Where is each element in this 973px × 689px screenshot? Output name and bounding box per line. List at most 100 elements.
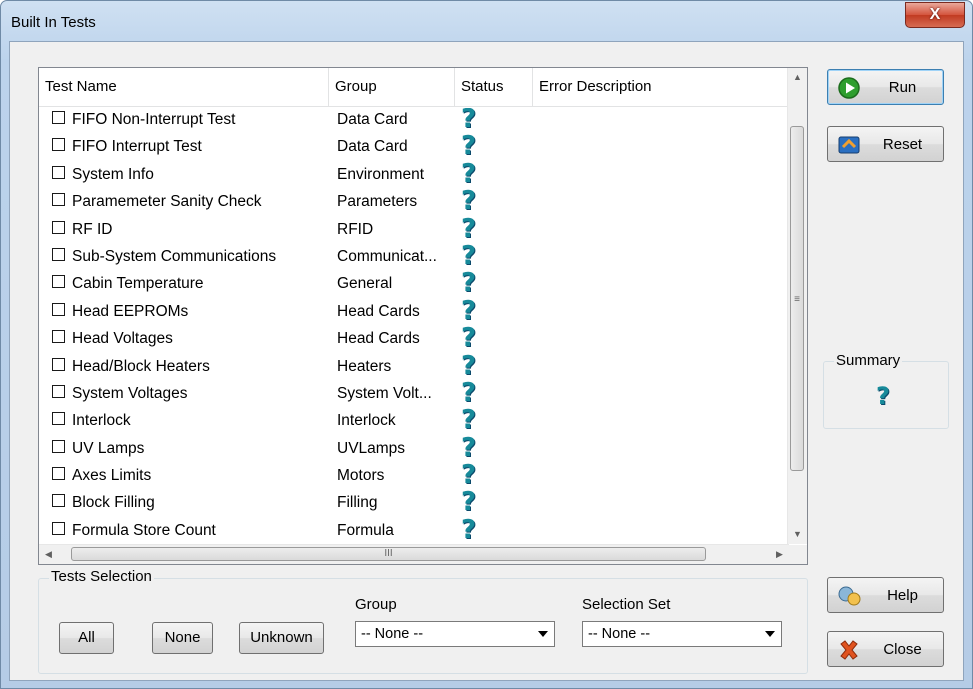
close-button[interactable]: Close (827, 631, 944, 667)
row-checkbox[interactable] (52, 138, 65, 152)
test-name: UV Lamps (72, 439, 145, 457)
test-name: Interlock (72, 412, 131, 430)
row-checkbox[interactable] (52, 193, 65, 207)
column-header-test-name[interactable]: Test Name (39, 68, 329, 106)
status-unknown-icon: ? (461, 186, 477, 217)
test-name: Block Filling (72, 494, 155, 512)
status-unknown-icon: ? (461, 295, 477, 326)
row-checkbox[interactable] (52, 521, 65, 535)
scroll-down-arrow-icon[interactable]: ▼ (788, 525, 807, 544)
row-checkbox[interactable] (52, 384, 65, 398)
list-item[interactable]: System Voltages System Volt...? (39, 377, 789, 409)
horizontal-scrollbar[interactable]: ◀ III ▶ (39, 544, 789, 564)
test-group: Filling (337, 494, 378, 512)
test-group: Head Cards (337, 302, 420, 320)
test-name: Formula Store Count (72, 521, 216, 539)
test-group: UVLamps (337, 439, 406, 457)
test-group: Data Card (337, 111, 408, 128)
scroll-left-arrow-icon[interactable]: ◀ (39, 545, 58, 564)
tests-selection-label: Tests Selection (49, 568, 154, 585)
status-unknown-icon: ? (461, 158, 477, 189)
status-unknown-icon: ? (461, 240, 477, 271)
window-close-button[interactable]: X (905, 2, 965, 28)
row-checkbox[interactable] (52, 220, 65, 234)
select-unknown-button[interactable]: Unknown (239, 622, 324, 654)
row-checkbox[interactable] (52, 111, 65, 124)
selection-set-label: Selection Set (582, 596, 671, 613)
status-unknown-icon: ? (461, 487, 477, 518)
row-checkbox[interactable] (52, 302, 65, 316)
row-checkbox[interactable] (52, 330, 65, 344)
test-name: Head/Block Heaters (72, 357, 210, 375)
run-button[interactable]: Run (827, 69, 944, 105)
test-name: FIFO Non-Interrupt Test (72, 111, 236, 128)
list-item[interactable]: Sub-System Communications Communicat...? (39, 240, 789, 272)
run-button-label: Run (888, 79, 917, 96)
horizontal-scroll-thumb[interactable]: III (71, 547, 706, 561)
tests-list[interactable]: Test Name Group Status Error Description… (38, 67, 808, 565)
list-item[interactable]: Formula Store Count Formula? (39, 514, 789, 542)
scroll-up-arrow-icon[interactable]: ▲ (788, 68, 807, 87)
column-header-error-description[interactable]: Error Description (533, 68, 789, 106)
list-item[interactable]: FIFO Interrupt Test Data Card? (39, 133, 789, 162)
list-item[interactable]: Paramemeter Sanity Check Parameters? (39, 186, 789, 217)
list-item[interactable]: RF ID RFID? (39, 213, 789, 245)
row-checkbox[interactable] (52, 357, 65, 371)
status-unknown-icon: ? (461, 350, 477, 381)
list-item[interactable]: Head/Block Heaters Heaters? (39, 350, 789, 382)
test-group: Head Cards (337, 330, 420, 348)
list-item[interactable]: Axes Limits Motors? (39, 462, 789, 491)
list-item[interactable]: UV Lamps UVLamps? (39, 435, 789, 464)
dialog-window: Built In Tests X Test Name Group Status … (0, 0, 973, 689)
test-group: Communicat... (337, 247, 437, 265)
column-header-group[interactable]: Group (329, 68, 455, 106)
test-name: FIFO Interrupt Test (72, 138, 202, 156)
list-item[interactable]: FIFO Non-Interrupt Test Data Card? (39, 108, 789, 135)
row-checkbox[interactable] (52, 467, 65, 481)
select-none-button[interactable]: None (152, 622, 213, 654)
summary-label: Summary (834, 352, 903, 369)
help-icon (838, 586, 861, 606)
status-unknown-icon: ? (461, 213, 477, 244)
list-item[interactable]: Block Filling Filling? (39, 487, 789, 518)
row-checkbox[interactable] (52, 412, 65, 426)
test-group: Heaters (337, 357, 392, 375)
reset-button[interactable]: Reset (827, 126, 944, 162)
list-item[interactable]: Head EEPROMs Head Cards? (39, 295, 789, 327)
test-group: Interlock (337, 412, 396, 430)
status-unknown-icon: ? (461, 377, 477, 408)
test-group: Parameters (337, 193, 418, 211)
status-unknown-icon: ? (461, 108, 477, 134)
column-header-status[interactable]: Status (455, 68, 533, 106)
help-button[interactable]: Help (827, 577, 944, 613)
reset-icon (838, 136, 860, 154)
test-name: Axes Limits (72, 467, 152, 485)
help-button-label: Help (887, 587, 918, 604)
row-checkbox[interactable] (52, 494, 65, 508)
row-checkbox[interactable] (52, 247, 65, 261)
vertical-scrollbar[interactable]: ▲ ≡ ▼ (787, 68, 807, 544)
test-group: Formula (337, 521, 394, 539)
group-label: Group (355, 596, 397, 613)
selection-set-dropdown[interactable]: -- None -- (582, 621, 782, 647)
row-checkbox[interactable] (52, 165, 65, 179)
row-checkbox[interactable] (52, 275, 65, 289)
status-unknown-icon: ? (461, 514, 477, 542)
test-group: Environment (337, 165, 425, 183)
test-name: Cabin Temperature (72, 275, 204, 293)
list-item[interactable]: System Info Environment? (39, 158, 789, 190)
selection-set-dropdown-value: -- None -- (588, 626, 651, 642)
list-item[interactable]: Cabin Temperature General? (39, 270, 789, 299)
list-header: Test Name Group Status Error Description (39, 68, 789, 107)
play-icon (838, 77, 860, 99)
select-all-button[interactable]: All (59, 622, 114, 654)
scroll-right-arrow-icon[interactable]: ▶ (770, 545, 789, 564)
list-item[interactable]: Head Voltages Head Cards? (39, 325, 789, 354)
close-icon (840, 640, 858, 660)
test-group: Data Card (337, 138, 408, 156)
vertical-scroll-thumb[interactable]: ≡ (790, 126, 804, 471)
group-dropdown[interactable]: -- None -- (355, 621, 555, 647)
chevron-down-icon (765, 631, 775, 637)
row-checkbox[interactable] (52, 439, 65, 453)
list-item[interactable]: Interlock Interlock? (39, 407, 789, 436)
